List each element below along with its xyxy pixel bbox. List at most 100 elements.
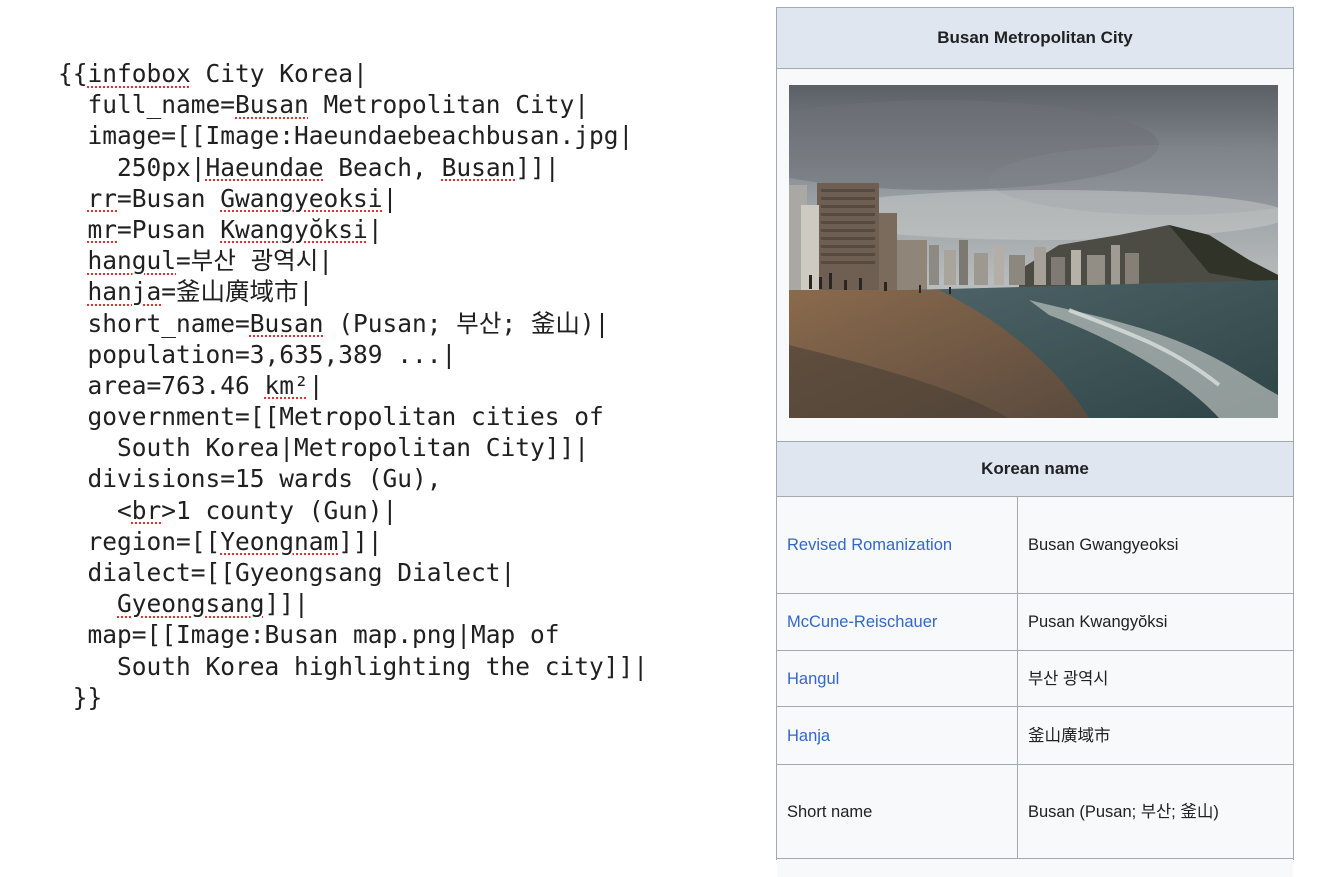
source-text: population=3,635,389 ...|	[87, 339, 457, 369]
infobox-value: 부산 광역시	[1028, 669, 1109, 688]
source-text: ]]|	[515, 152, 560, 182]
source-line: divisions=15 wards (Gu),	[58, 463, 758, 494]
infobox-tail	[777, 859, 1293, 877]
source-text: full_name=	[87, 90, 236, 120]
infobox-label-link[interactable]: Revised Romanization	[777, 497, 1018, 593]
source-indent	[58, 184, 88, 213]
source-line: South Korea|Metropolitan City]]|	[58, 432, 758, 463]
source-indent	[58, 153, 117, 182]
infobox-label-link[interactable]: Hanja	[777, 707, 1018, 764]
source-text: short_name=	[87, 308, 250, 338]
source-text: >1 county (Gun)|	[161, 495, 398, 525]
source-line: <br>1 county (Gun)|	[58, 495, 758, 526]
source-indent	[58, 90, 88, 119]
source-line: map=[[Image:Busan map.png|Map of	[58, 619, 758, 650]
source-indent	[58, 371, 88, 400]
infobox: Busan Metropolitan City Korean name Revi…	[776, 7, 1294, 877]
source-line: 250px|Haeundae Beach, Busan]]|	[58, 152, 758, 183]
infobox-value: Busan (Pusan; 부산; 釜山)	[1028, 802, 1219, 821]
source-indent	[58, 496, 117, 525]
source-indent	[58, 433, 117, 462]
source-line: full_name=Busan Metropolitan City|	[58, 89, 758, 120]
source-text: |	[308, 370, 324, 400]
source-line: South Korea highlighting the city]]|	[58, 651, 758, 682]
infobox-row: Short name Busan (Pusan; 부산; 釜山)	[777, 765, 1293, 859]
source-line: area=763.46 km²|	[58, 370, 758, 401]
infobox-section-korean-name: Korean name	[777, 442, 1293, 497]
infobox-value: Busan Gwangyeoksi	[1028, 536, 1179, 554]
source-line: Gyeongsang]]|	[58, 588, 758, 619]
source-text: Beach,	[323, 152, 442, 182]
source-text: ]]|	[264, 589, 309, 619]
infobox-row: McCune-Reischauer Pusan Kwangyŏksi	[777, 594, 1293, 651]
source-indent	[58, 589, 117, 618]
source-indent	[58, 527, 88, 556]
source-text: area=763.46	[87, 370, 265, 400]
infobox-label-link[interactable]: McCune-Reischauer	[777, 594, 1018, 650]
source-text: South Korea highlighting the city]]|	[117, 651, 649, 681]
source-text: (Pusan; 부산; 釜山)|	[323, 308, 610, 338]
infobox-row: Hanja 釜山廣域市	[777, 707, 1293, 765]
source-text: Metropolitan City|	[308, 90, 590, 120]
source-text: |	[382, 183, 398, 213]
source-line: hanja=釜山廣域市|	[58, 276, 758, 307]
spellcheck-word: Busan	[441, 152, 516, 182]
spellcheck-word: Busan	[235, 90, 309, 120]
spellcheck-word: Haeundae	[205, 152, 324, 182]
source-text: |	[367, 214, 383, 244]
source-text: map=[[Image:Busan map.png|Map of	[87, 620, 560, 650]
source-indent	[58, 309, 88, 338]
haeundae-beach-photo	[789, 85, 1278, 418]
source-line: rr=Busan Gwangyeoksi|	[58, 183, 758, 214]
source-indent	[58, 121, 88, 150]
source-text: 250px|	[117, 152, 206, 182]
source-indent	[58, 558, 88, 587]
source-line: hangul=부산 광역시|	[58, 245, 758, 276]
spellcheck-word: Busan	[249, 308, 324, 338]
source-line: population=3,635,389 ...|	[58, 339, 758, 370]
infobox-row: Hangul 부산 광역시	[777, 651, 1293, 707]
infobox-value: 釜山廣域市	[1028, 726, 1111, 745]
source-text: }}	[72, 682, 103, 712]
source-line: image=[[Image:Haeundaebeachbusan.jpg|	[58, 120, 758, 151]
infobox-image-cell	[777, 69, 1293, 442]
source-text: ]]|	[338, 526, 383, 556]
source-text: =釜山廣域市|	[161, 277, 314, 307]
source-line: dialect=[[Gyeongsang Dialect|	[58, 557, 758, 588]
source-indent	[58, 246, 88, 275]
source-text: divisions=15 wards (Gu),	[87, 464, 442, 494]
source-text: dialect=[[Gyeongsang Dialect|	[87, 558, 516, 587]
source-text: region=[[	[87, 526, 221, 556]
source-text: government=[[Metropolitan cities of	[87, 402, 604, 432]
spellcheck-word: rr	[87, 183, 118, 213]
source-text: South Korea|Metropolitan City]]|	[117, 433, 590, 463]
source-line: government=[[Metropolitan cities of	[58, 401, 758, 432]
infobox-row: Revised Romanization Busan Gwangyeoksi	[777, 497, 1293, 594]
infobox-rows: Revised Romanization Busan Gwangyeoksi McC…	[777, 497, 1293, 859]
source-indent	[58, 652, 117, 681]
spellcheck-word: hanja	[87, 277, 162, 307]
source-indent	[58, 340, 88, 369]
source-text: =부산 광역시|	[176, 246, 333, 276]
source-text: =Pusan	[117, 214, 221, 244]
infobox-label-link[interactable]: Hangul	[777, 651, 1018, 706]
infobox-title: Busan Metropolitan City	[777, 8, 1293, 69]
spellcheck-word: Gwangyeoksi	[220, 183, 383, 213]
source-text: <	[117, 495, 132, 525]
source-text: {{	[58, 59, 88, 88]
source-indent	[58, 683, 73, 712]
source-indent	[58, 215, 88, 244]
spellcheck-word: Yeongnam	[220, 526, 339, 556]
source-line: mr=Pusan Kwangyŏksi|	[58, 214, 758, 245]
infobox-value: Pusan Kwangyŏksi	[1028, 613, 1168, 631]
source-text: image=[[Image:Haeundaebeachbusan.jpg|	[87, 121, 634, 151]
source-indent	[58, 277, 88, 306]
wikitext-source: {{infobox City Korea| full_name=Busan Me…	[58, 58, 758, 713]
source-line: {{infobox City Korea|	[58, 58, 758, 89]
spellcheck-word: br	[131, 495, 162, 525]
spellcheck-word: Gyeongsang	[117, 589, 265, 619]
source-line: }}	[58, 682, 758, 713]
source-text: =Busan	[117, 183, 221, 213]
spellcheck-word: km²	[264, 370, 309, 400]
source-text: City Korea|	[190, 59, 368, 88]
